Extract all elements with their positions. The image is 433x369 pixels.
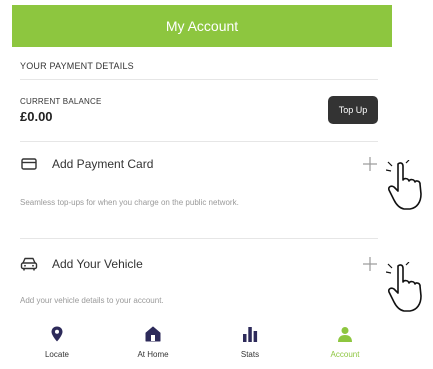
nav-item-stats[interactable]: Stats <box>215 325 285 359</box>
nav-label: Account <box>330 350 360 359</box>
balance-value: £0.00 <box>20 109 53 124</box>
add-payment-card-label: Add Payment Card <box>52 157 154 171</box>
location-pin-icon <box>48 325 66 343</box>
bar-chart-icon <box>241 325 259 343</box>
pointing-hand-icon <box>385 261 430 314</box>
add-payment-card-row[interactable]: Add Payment Card <box>20 150 380 178</box>
user-icon <box>336 325 354 343</box>
nav-item-account[interactable]: Account <box>310 325 380 359</box>
vehicle-helper-text: Add your vehicle details to your account… <box>20 296 164 305</box>
car-icon <box>20 255 38 273</box>
plus-icon[interactable] <box>360 154 380 174</box>
nav-label: Stats <box>240 350 260 359</box>
divider <box>20 141 378 142</box>
page-title: My Account <box>165 18 239 34</box>
divider <box>20 79 378 80</box>
pointing-hand-icon <box>385 159 430 212</box>
credit-card-icon <box>20 155 38 173</box>
add-vehicle-label: Add Your Vehicle <box>52 257 143 271</box>
top-up-button[interactable]: Top Up <box>328 96 378 124</box>
nav-label: At Home <box>137 350 169 359</box>
payment-card-helper-text: Seamless top-ups for when you charge on … <box>20 198 239 207</box>
app-header: My Account <box>12 5 392 47</box>
nav-item-locate[interactable]: Locate <box>22 325 92 359</box>
section-title: YOUR PAYMENT DETAILS <box>20 61 134 71</box>
add-vehicle-row[interactable]: Add Your Vehicle <box>20 250 380 278</box>
balance-label: CURRENT BALANCE <box>20 97 102 106</box>
divider <box>20 238 378 239</box>
bottom-nav: Locate At Home Stats Account <box>0 325 400 369</box>
nav-label: Locate <box>44 350 70 359</box>
nav-item-at-home[interactable]: At Home <box>118 325 188 359</box>
home-icon <box>144 325 162 343</box>
plus-icon[interactable] <box>360 254 380 274</box>
